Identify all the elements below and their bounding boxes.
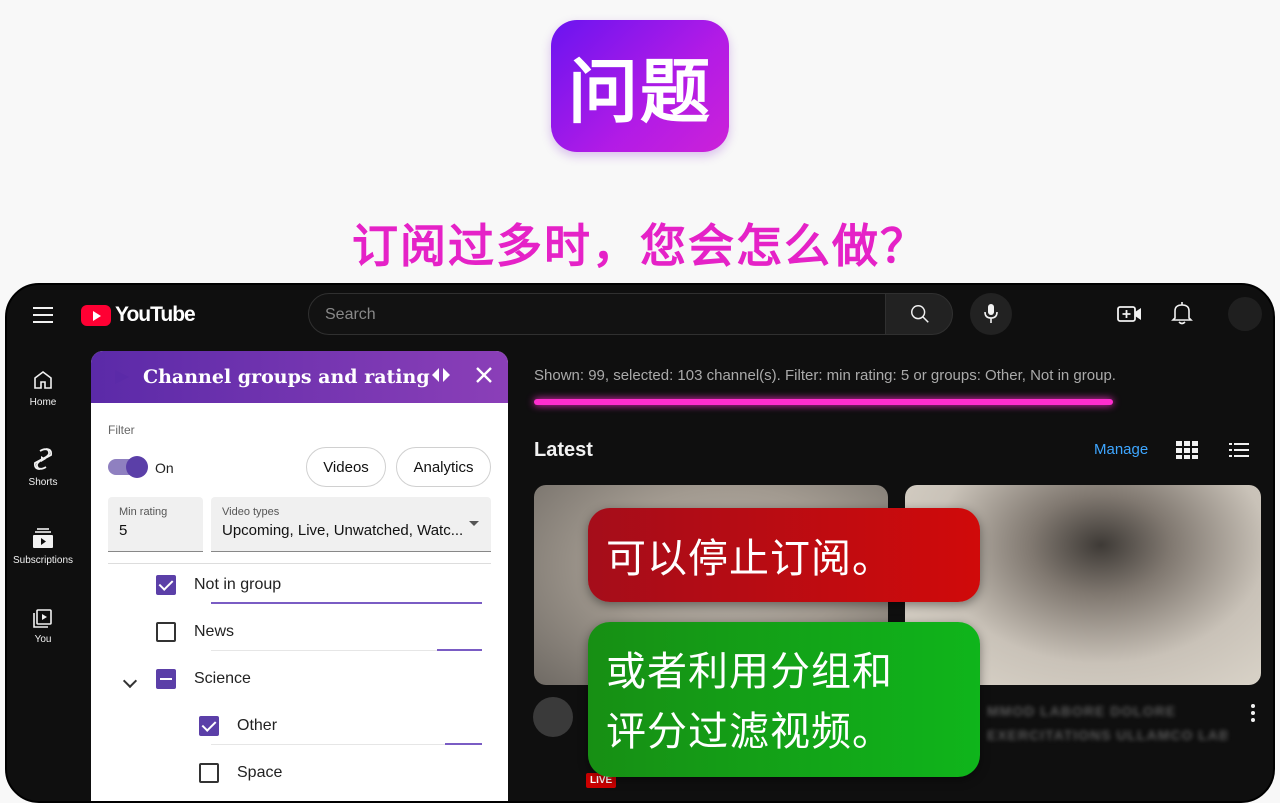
channel-groups-panel: Channel groups and rating Filter On Vide… bbox=[91, 351, 508, 801]
checkbox-indeterminate[interactable] bbox=[156, 669, 176, 689]
sidebar-item-label: You bbox=[34, 634, 52, 645]
create-video-icon[interactable] bbox=[1117, 302, 1143, 326]
voice-search-button[interactable] bbox=[970, 293, 1012, 335]
filter-toggle-label: On bbox=[155, 460, 174, 476]
rating-track bbox=[211, 744, 482, 745]
search-icon bbox=[911, 305, 929, 323]
group-name: Not in group bbox=[194, 576, 282, 593]
callout-filter-line: 评分过滤视频。 bbox=[606, 708, 893, 755]
notifications-bell-icon[interactable] bbox=[1169, 300, 1195, 326]
list-view-icon[interactable] bbox=[1229, 442, 1249, 458]
checkbox-checked[interactable] bbox=[156, 575, 176, 595]
question-badge-text: 问题 bbox=[568, 50, 712, 133]
account-avatar[interactable] bbox=[1228, 297, 1262, 331]
youtube-play-icon bbox=[81, 304, 111, 326]
home-icon bbox=[34, 371, 52, 389]
more-options-icon[interactable] bbox=[1250, 703, 1256, 723]
callout-filter-line: 或者利用分组和 bbox=[606, 648, 893, 695]
subscriptions-icon bbox=[33, 528, 53, 548]
sidebar-item-label: Subscriptions bbox=[12, 555, 74, 566]
min-rating-label: Min rating bbox=[119, 506, 168, 518]
menu-icon[interactable] bbox=[33, 307, 53, 323]
sidebar-item-subscriptions[interactable]: Subscriptions bbox=[7, 527, 79, 566]
microphone-icon bbox=[984, 304, 998, 323]
question-headline: 订阅过多时，您会怎么做？ bbox=[352, 219, 928, 273]
manage-link[interactable]: Manage bbox=[1094, 441, 1148, 458]
section-title: Latest bbox=[534, 439, 593, 461]
filter-status-text: Shown: 99, selected: 103 channel(s). Fil… bbox=[534, 367, 1116, 384]
youtube-logo[interactable]: YouTube bbox=[81, 303, 196, 327]
chevron-down-icon[interactable] bbox=[122, 673, 138, 689]
channel-avatar[interactable] bbox=[533, 697, 573, 737]
group-name: News bbox=[194, 623, 235, 640]
filter-toggle[interactable] bbox=[108, 456, 148, 478]
analytics-button[interactable]: Analytics bbox=[396, 447, 491, 487]
expand-collapse-icon[interactable] bbox=[430, 365, 452, 385]
highlight-underline bbox=[534, 399, 1113, 405]
sidebar-item-shorts[interactable]: Shorts bbox=[7, 447, 79, 488]
callout-filter: 或者利用分组和 评分过滤视频。 bbox=[588, 622, 980, 777]
shorts-icon bbox=[33, 448, 53, 470]
group-row-science[interactable]: Science bbox=[156, 667, 251, 691]
checkbox-unchecked[interactable] bbox=[199, 763, 219, 783]
group-name: Space bbox=[237, 764, 283, 781]
min-rating-field[interactable]: Min rating 5 bbox=[108, 497, 203, 552]
sidebar-item-label: Home bbox=[29, 397, 57, 408]
video-types-label: Video types bbox=[222, 506, 280, 518]
close-icon[interactable] bbox=[474, 365, 494, 385]
callout-unsubscribe: 可以停止订阅。 bbox=[588, 508, 980, 602]
group-row-space[interactable]: Space bbox=[199, 761, 282, 785]
filter-label: Filter bbox=[108, 423, 135, 437]
rating-bar[interactable] bbox=[437, 649, 482, 651]
checkbox-checked[interactable] bbox=[199, 716, 219, 736]
videos-button[interactable]: Videos bbox=[306, 447, 386, 487]
dropdown-caret-icon bbox=[469, 521, 479, 526]
group-row-not-in-group[interactable]: Not in group bbox=[156, 573, 281, 597]
question-badge: 问题 bbox=[551, 20, 729, 152]
video-types-select[interactable]: Video types Upcoming, Live, Unwatched, W… bbox=[211, 497, 491, 552]
search-button[interactable] bbox=[885, 293, 953, 335]
youtube-logo-text: YouTube bbox=[115, 303, 196, 326]
group-row-news[interactable]: News bbox=[156, 620, 234, 644]
panel-header: Channel groups and rating bbox=[91, 351, 508, 403]
rating-bar[interactable] bbox=[211, 602, 482, 604]
sidebar-item-label: Shorts bbox=[28, 477, 58, 488]
group-name: Other bbox=[237, 717, 278, 734]
min-rating-value: 5 bbox=[119, 522, 128, 539]
divider bbox=[108, 563, 491, 564]
sidebar-item-home[interactable]: Home bbox=[7, 369, 79, 408]
you-icon bbox=[33, 609, 52, 628]
search-input[interactable]: Search bbox=[308, 293, 886, 335]
group-name: Science bbox=[194, 670, 251, 687]
sidebar-item-you[interactable]: You bbox=[7, 606, 79, 645]
video-title-blurred[interactable]: MMOD LABORE DOLORE bbox=[987, 703, 1176, 719]
group-row-other[interactable]: Other bbox=[199, 714, 277, 738]
panel-logo-icon bbox=[115, 370, 129, 384]
panel-title: Channel groups and rating bbox=[143, 366, 430, 388]
grid-view-icon[interactable] bbox=[1175, 440, 1199, 460]
video-title-blurred[interactable]: EXERCITATIONS ULLAMCO LABORIS ex VOLUPTA… bbox=[987, 727, 1227, 743]
rating-bar[interactable] bbox=[445, 743, 482, 745]
checkbox-unchecked[interactable] bbox=[156, 622, 176, 642]
video-types-value: Upcoming, Live, Unwatched, Watc... bbox=[222, 522, 464, 539]
